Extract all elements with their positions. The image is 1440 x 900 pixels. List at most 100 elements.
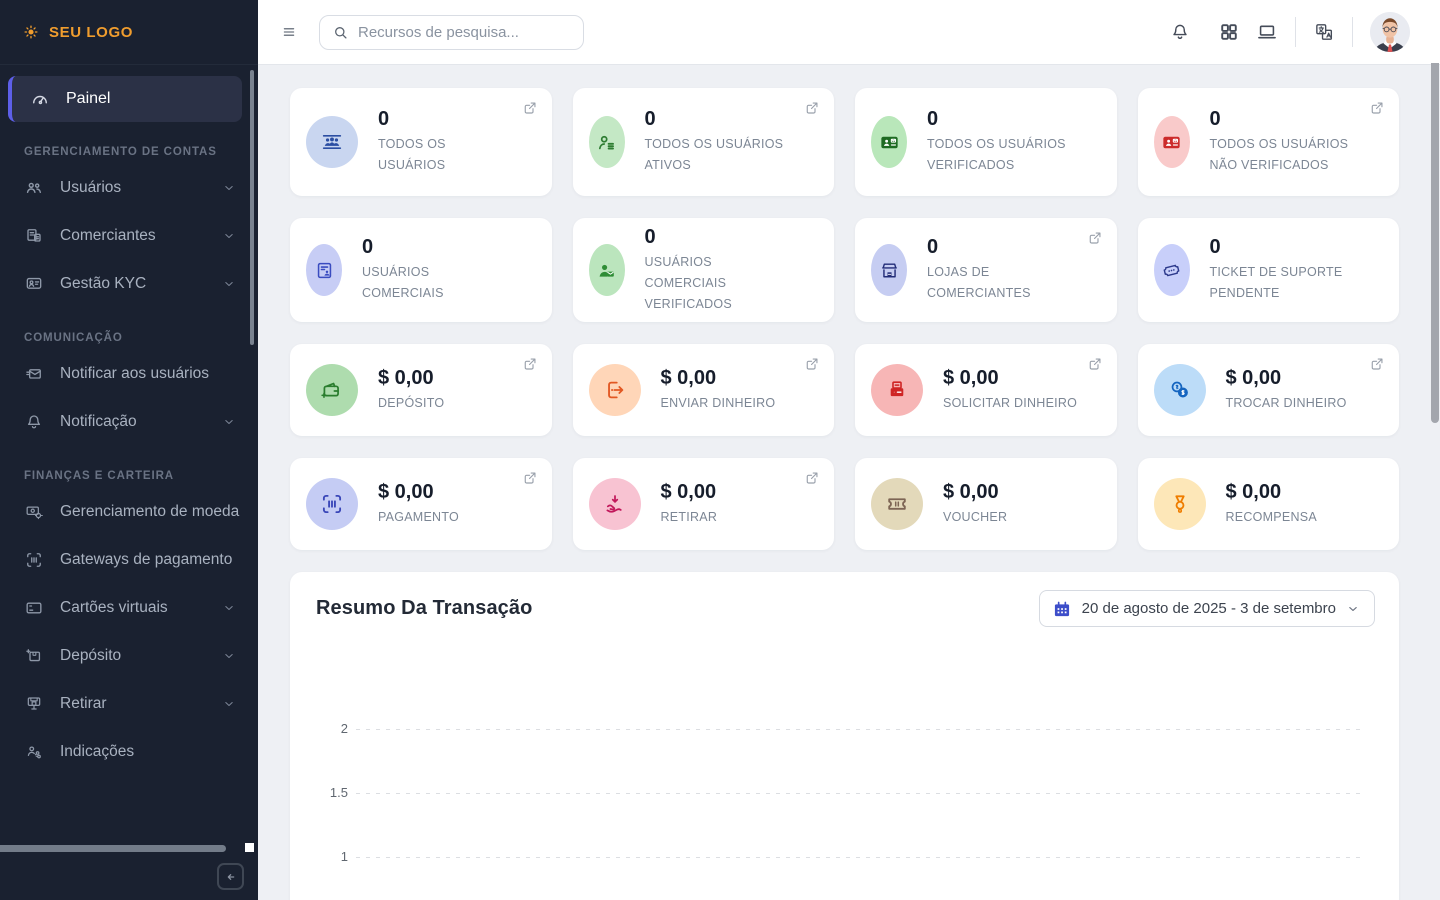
- sidebar-item-label: Retirar: [60, 695, 206, 713]
- sidebar-item-notificar-usuarios[interactable]: Notificar aos usuários: [0, 350, 258, 398]
- apps-grid-icon[interactable]: [1218, 21, 1240, 43]
- dashboard-content: 0TODOS OS USUÁRIOS 0 TODOS OS USUÁRIOS AT…: [258, 65, 1440, 900]
- sidebar-vertical-scrollbar[interactable]: [250, 70, 254, 345]
- sidebar-item-comerciantes[interactable]: Comerciantes: [0, 212, 258, 260]
- external-link-icon[interactable]: [1087, 230, 1103, 246]
- voucher-icon: [871, 478, 923, 530]
- chart-gridline-row: 1.5: [290, 785, 1399, 801]
- stat-label: USUÁRIOS COMERCIAIS: [362, 262, 514, 304]
- stat-card-verified-users: 0TODOS OS USUÁRIOS VERIFICADOS: [855, 88, 1117, 196]
- stat-card-payment: $ 0,00 PAGAMENTO: [290, 458, 552, 550]
- sidebar-item-label: Gerenciamento de moeda: [60, 503, 239, 521]
- external-link-icon[interactable]: [522, 100, 538, 116]
- sidebar-horizontal-scrollbar[interactable]: [0, 845, 226, 852]
- sidebar-nav: Painel GERENCIAMENTO DE CONTAS Usuários …: [0, 66, 258, 844]
- user-avatar[interactable]: [1370, 12, 1410, 52]
- chevron-down-icon: [222, 181, 236, 195]
- laptop-fullscreen-icon[interactable]: [1256, 21, 1278, 43]
- stat-label: USUÁRIOS COMERCIAIS VERIFICADOS: [645, 252, 797, 315]
- app-root: SEU LOGO Painel GERENCIAMENTO DE CONTAS …: [0, 0, 1440, 900]
- deposit-wallet-icon: [306, 364, 358, 416]
- sidebar-item-label: Notificação: [60, 413, 206, 431]
- stat-card-unverified-users: 0TODOS OS USUÁRIOS NÃO VERIFICADOS: [1138, 88, 1400, 196]
- logo-text: SEU LOGO: [49, 24, 133, 41]
- topbar-actions: [1169, 12, 1410, 52]
- stat-card-commercial-users: 0USUÁRIOS COMERCIAIS: [290, 218, 552, 322]
- external-link-icon[interactable]: [1369, 356, 1385, 372]
- search-icon: [332, 24, 349, 41]
- sidebar-item-label: Cartões virtuais: [60, 599, 206, 617]
- stat-card-withdraw: $ 0,00RETIRAR: [573, 458, 835, 550]
- date-range-picker[interactable]: 20 de agosto de 2025 - 3 de setembro: [1039, 590, 1375, 627]
- chart-gridline-row: 1: [290, 849, 1399, 865]
- scrollbar-corner: [245, 843, 254, 852]
- stat-label: TODOS OS USUÁRIOS ATIVOS: [645, 134, 797, 176]
- sidebar-item-label: Usuários: [60, 179, 206, 197]
- chevron-down-icon: [222, 415, 236, 429]
- external-link-icon[interactable]: [522, 470, 538, 486]
- stat-card-exchange-money: $ 0,00TROCAR DINHEIRO: [1138, 344, 1400, 436]
- sidebar-item-retirar[interactable]: Retirar: [0, 680, 258, 728]
- menu-icon[interactable]: [281, 25, 297, 39]
- logo[interactable]: SEU LOGO: [0, 0, 258, 65]
- external-link-icon[interactable]: [804, 470, 820, 486]
- sidebar-item-usuarios[interactable]: Usuários: [0, 164, 258, 212]
- stat-value: $ 0,00: [378, 481, 459, 504]
- main-scrollbar[interactable]: [1431, 63, 1439, 423]
- chevron-down-icon: [222, 649, 236, 663]
- stat-label: PAGAMENTO: [378, 507, 459, 528]
- stat-card-reward: $ 0,00RECOMPENSA: [1138, 458, 1400, 550]
- all-users-icon: [306, 116, 358, 168]
- sidebar-item-label: Painel: [66, 90, 242, 108]
- chevron-down-icon: [222, 229, 236, 243]
- stat-card-all-users: 0TODOS OS USUÁRIOS: [290, 88, 552, 196]
- stat-label: LOJAS DE COMERCIANTES: [927, 262, 1079, 304]
- external-link-icon[interactable]: [804, 100, 820, 116]
- sidebar-item-notificacao[interactable]: Notificação: [0, 398, 258, 446]
- stat-label: VOUCHER: [943, 507, 1007, 528]
- search-input[interactable]: [358, 24, 571, 41]
- send-money-icon: [589, 364, 641, 416]
- chevron-down-icon: [222, 277, 236, 291]
- chevron-down-icon: [1346, 602, 1360, 616]
- sidebar-item-gestao-kyc[interactable]: Gestão KYC: [0, 260, 258, 308]
- sidebar-item-gerenciamento-moeda[interactable]: Gerenciamento de moeda: [0, 488, 258, 536]
- stat-value: $ 0,00: [943, 481, 1007, 504]
- commercial-verified-icon: [589, 244, 625, 296]
- sidebar-item-label: Gateways de pagamento: [60, 551, 236, 569]
- credit-card-icon: [24, 598, 44, 618]
- notification-bell-icon[interactable]: [1169, 21, 1191, 43]
- chart-plot-area: 2 1.5 1 0.5: [290, 627, 1399, 900]
- external-link-icon[interactable]: [804, 356, 820, 372]
- stat-value: 0: [1210, 236, 1362, 259]
- stat-value: 0: [645, 108, 797, 131]
- chart-gridline-row: 2: [290, 721, 1399, 737]
- gridline: [356, 729, 1362, 730]
- withdraw-icon: [589, 478, 641, 530]
- external-link-icon[interactable]: [522, 356, 538, 372]
- verified-users-icon: [871, 116, 907, 168]
- sidebar-item-painel[interactable]: Painel: [8, 76, 242, 122]
- sidebar-item-gateways-pagamento[interactable]: Gateways de pagamento: [0, 536, 258, 584]
- stat-label: TODOS OS USUÁRIOS NÃO VERIFICADOS: [1210, 134, 1362, 176]
- transaction-summary-panel: Resumo Da Transação 20 de agosto de 2025…: [290, 572, 1399, 900]
- sidebar-item-indicacoes[interactable]: Indicações: [0, 728, 258, 776]
- sidebar-item-cartoes-virtuais[interactable]: Cartões virtuais: [0, 584, 258, 632]
- translate-icon[interactable]: [1313, 21, 1335, 43]
- calendar-icon: [1052, 599, 1072, 619]
- sidebar-footer: [0, 854, 258, 900]
- stat-value: $ 0,00: [1226, 481, 1317, 504]
- date-range-label: 20 de agosto de 2025 - 3 de setembro: [1082, 600, 1336, 617]
- stat-label: DEPÓSITO: [378, 393, 444, 414]
- gridline: [356, 793, 1362, 794]
- stat-card-send-money: $ 0,00ENVIAR DINHEIRO: [573, 344, 835, 436]
- deposit-box-icon: [24, 646, 44, 666]
- y-axis-tick: 2: [290, 721, 348, 737]
- external-link-icon[interactable]: [1369, 100, 1385, 116]
- external-link-icon[interactable]: [1087, 356, 1103, 372]
- money-gear-icon: [24, 502, 44, 522]
- documents-icon: [24, 226, 44, 246]
- divider: [1295, 17, 1296, 47]
- sidebar-collapse-button[interactable]: [217, 863, 244, 890]
- sidebar-item-deposito[interactable]: Depósito: [0, 632, 258, 680]
